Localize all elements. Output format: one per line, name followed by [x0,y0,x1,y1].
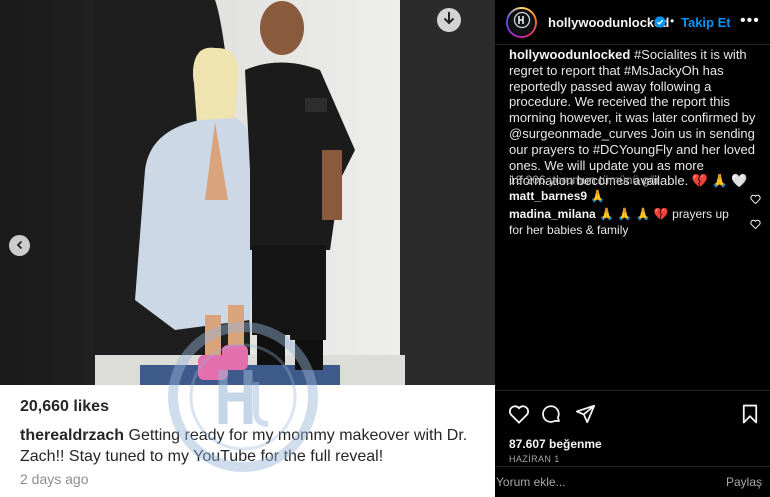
hu-logo-icon [513,11,531,34]
post-caption: hollywoodunlocked #Socialites it is with… [509,47,757,189]
caption-text: #Socialites it is with regret to report … [509,47,756,189]
view-all-comments-link[interactable]: 13.306 yorumun tümünü gör [509,173,660,187]
header-username[interactable]: hollywoodunlocked [548,15,669,30]
share-send-icon[interactable] [575,404,596,429]
post-photo-image [0,0,495,385]
comment-input[interactable] [496,475,696,489]
follow-button[interactable]: Takip Et [681,15,731,30]
previous-image-button[interactable] [9,235,30,256]
embedded-caption: therealdrzach Getting ready for my mommy… [20,425,480,467]
like-count[interactable]: 87.607 beğenme [509,437,602,451]
chevron-left-icon [15,237,25,255]
header-separator: • [670,14,675,28]
comment-like-heart-icon[interactable] [750,216,761,234]
post-details-panel: hollywoodunlocked • Takip Et ••• hollywo… [495,0,770,497]
save-bookmark-icon[interactable] [742,404,758,429]
post-date: HAZİRAN 1 [509,454,560,464]
post-media: 20,660 likes therealdrzach Getting ready… [0,0,495,497]
more-options-icon[interactable]: ••• [740,12,760,30]
embedded-timestamp: 2 days ago [20,471,89,487]
comment-username[interactable]: madina_milana [509,207,596,221]
comment-username[interactable]: matt_barnes9 [509,189,587,203]
post-photo [0,0,495,385]
comment-item: matt_barnes9 🙏 [509,189,745,205]
comment-text: 🙏 [587,189,606,203]
embedded-post-caption: 20,660 likes therealdrzach Getting ready… [0,385,495,497]
arrow-down-icon [443,11,455,30]
comment-item: madina_milana 🙏 🙏 🙏 💔 prayers up for her… [509,207,745,238]
verified-badge-icon [654,15,666,33]
embedded-like-count: 20,660 likes [20,398,109,415]
like-heart-icon[interactable] [508,404,530,429]
action-bar [495,390,770,430]
download-button[interactable] [437,8,461,32]
caption-username[interactable]: hollywoodunlocked [509,47,630,62]
avatar[interactable] [506,7,537,38]
post-comment-button[interactable]: Paylaş [726,475,762,489]
comment-like-heart-icon[interactable] [750,191,761,209]
comment-bubble-icon[interactable] [541,404,562,430]
post-header: hollywoodunlocked • Takip Et ••• [495,0,770,45]
comment-bar: Paylaş [495,466,770,497]
embedded-caption-username[interactable]: therealdrzach [20,427,124,444]
